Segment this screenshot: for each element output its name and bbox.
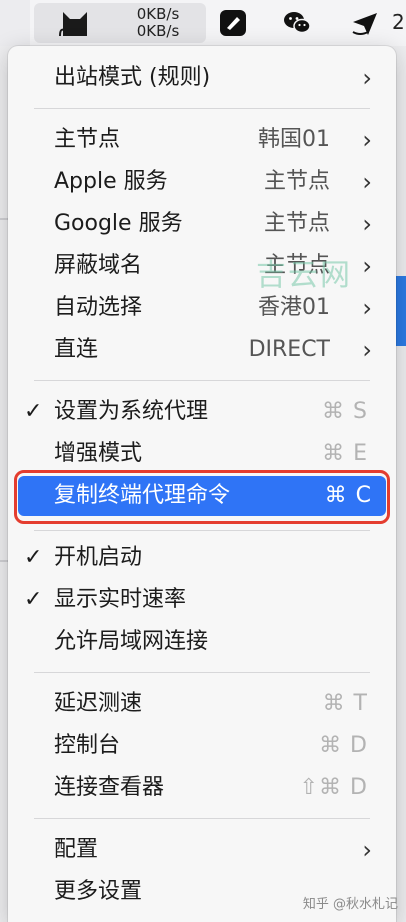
- chevron-right-icon: ›: [362, 64, 372, 92]
- checkmark-icon: ✓: [24, 399, 43, 424]
- dropbox-icon[interactable]: [218, 8, 248, 38]
- menu-bar-overflow-text: 2: [392, 10, 405, 34]
- menu-item-label: 直连: [54, 337, 99, 362]
- chevron-right-icon: ›: [362, 252, 372, 280]
- chevron-right-icon: ›: [362, 836, 372, 864]
- menu-item-connection-viewer[interactable]: 连接查看器 ⇧⌘ D: [8, 768, 396, 808]
- chevron-right-icon: ›: [362, 168, 372, 196]
- wechat-icon[interactable]: [282, 8, 312, 38]
- menu-item-label: 延迟测速: [54, 691, 143, 716]
- menu-item-shortcut: ⌘ E: [322, 441, 368, 466]
- menu-item-value: 韩国01: [258, 127, 330, 152]
- menu-separator: [34, 530, 370, 531]
- menu-item-latency-test[interactable]: 延迟测速 ⌘ T: [8, 684, 396, 724]
- menu-item-label: Google 服务: [54, 211, 183, 236]
- menu-item-value: DIRECT: [248, 337, 330, 362]
- menu-item-shortcut: ⌘ D: [319, 733, 368, 758]
- network-speed: 0KB/s 0KB/s: [128, 6, 188, 40]
- menu-item-proxy-group-auto[interactable]: 自动选择 香港01 ›: [8, 288, 396, 328]
- chevron-right-icon: ›: [362, 210, 372, 238]
- chevron-right-icon: ›: [362, 336, 372, 364]
- menu-item-system-proxy[interactable]: ✓ 设置为系统代理 ⌘ S: [8, 392, 396, 432]
- menu-item-show-speed[interactable]: ✓ 显示实时速率: [8, 580, 396, 620]
- menu-item-outbound-mode[interactable]: 出站模式 (规则) ›: [8, 58, 396, 98]
- menu-item-config[interactable]: 配置 ›: [8, 830, 396, 870]
- menu-item-shortcut: ⌘ S: [322, 399, 368, 424]
- menu-item-label: 屏蔽域名: [54, 253, 143, 278]
- menu-separator: [34, 672, 370, 673]
- paper-plane-icon[interactable]: [350, 8, 380, 38]
- menu-bar: 0KB/s 0KB/s 2: [0, 0, 406, 47]
- checkmark-icon: ✓: [24, 545, 43, 570]
- clashx-cat-icon[interactable]: [58, 6, 92, 40]
- download-speed: 0KB/s: [136, 22, 180, 40]
- menu-item-label: 增强模式: [54, 441, 143, 466]
- footer-watermark: 知乎 @秋水札记: [302, 897, 398, 912]
- menu-item-label: 自动选择: [54, 295, 143, 320]
- menu-item-enhanced-mode[interactable]: 增强模式 ⌘ E: [8, 434, 396, 474]
- menu-item-start-at-login[interactable]: ✓ 开机启动: [8, 538, 396, 578]
- menu-item-label: 设置为系统代理: [54, 399, 209, 424]
- menu-item-proxy-group-google[interactable]: Google 服务 主节点 ›: [8, 204, 396, 244]
- menu-item-label: 显示实时速率: [54, 587, 187, 612]
- menu-item-label: 出站模式 (规则): [54, 65, 211, 90]
- menu-item-label: 主节点: [54, 127, 121, 152]
- menu-item-dashboard[interactable]: 控制台 ⌘ D: [8, 726, 396, 766]
- menu-separator: [34, 108, 370, 109]
- menu-item-label: 开机启动: [54, 545, 143, 570]
- checkmark-icon: ✓: [24, 587, 43, 612]
- menu-separator: [34, 380, 370, 381]
- menu-item-shortcut: ⇧⌘ D: [299, 775, 368, 800]
- menu-item-label: 控制台: [54, 733, 121, 758]
- menu-item-value: 主节点: [263, 211, 330, 236]
- clashx-dropdown-menu: 出站模式 (规则) › 主节点 韩国01 › Apple 服务 主节点 › Go…: [8, 46, 396, 922]
- chevron-right-icon: ›: [362, 126, 372, 154]
- menu-item-allow-lan[interactable]: 允许局域网连接: [8, 622, 396, 662]
- menu-item-proxy-group-apple[interactable]: Apple 服务 主节点 ›: [8, 162, 396, 202]
- menu-item-label: 配置: [54, 837, 99, 862]
- menu-item-label: 允许局域网连接: [54, 629, 209, 654]
- site-watermark: 吉云网: [256, 258, 352, 293]
- menu-item-label: Apple 服务: [54, 169, 168, 194]
- annotation-highlight-box: [14, 470, 390, 524]
- menu-item-proxy-group-direct[interactable]: 直连 DIRECT ›: [8, 330, 396, 370]
- menu-item-shortcut: ⌘ T: [322, 691, 368, 716]
- menu-item-value: 主节点: [263, 169, 330, 194]
- menu-item-label: 连接查看器: [54, 775, 165, 800]
- menu-separator: [34, 818, 370, 819]
- menu-item-label: 更多设置: [54, 879, 143, 904]
- upload-speed: 0KB/s: [136, 5, 180, 23]
- chevron-right-icon: ›: [362, 294, 372, 322]
- menu-item-proxy-group-main[interactable]: 主节点 韩国01 ›: [8, 120, 396, 160]
- menu-bar-left-edge: [0, 0, 30, 46]
- menu-item-value: 香港01: [258, 295, 330, 320]
